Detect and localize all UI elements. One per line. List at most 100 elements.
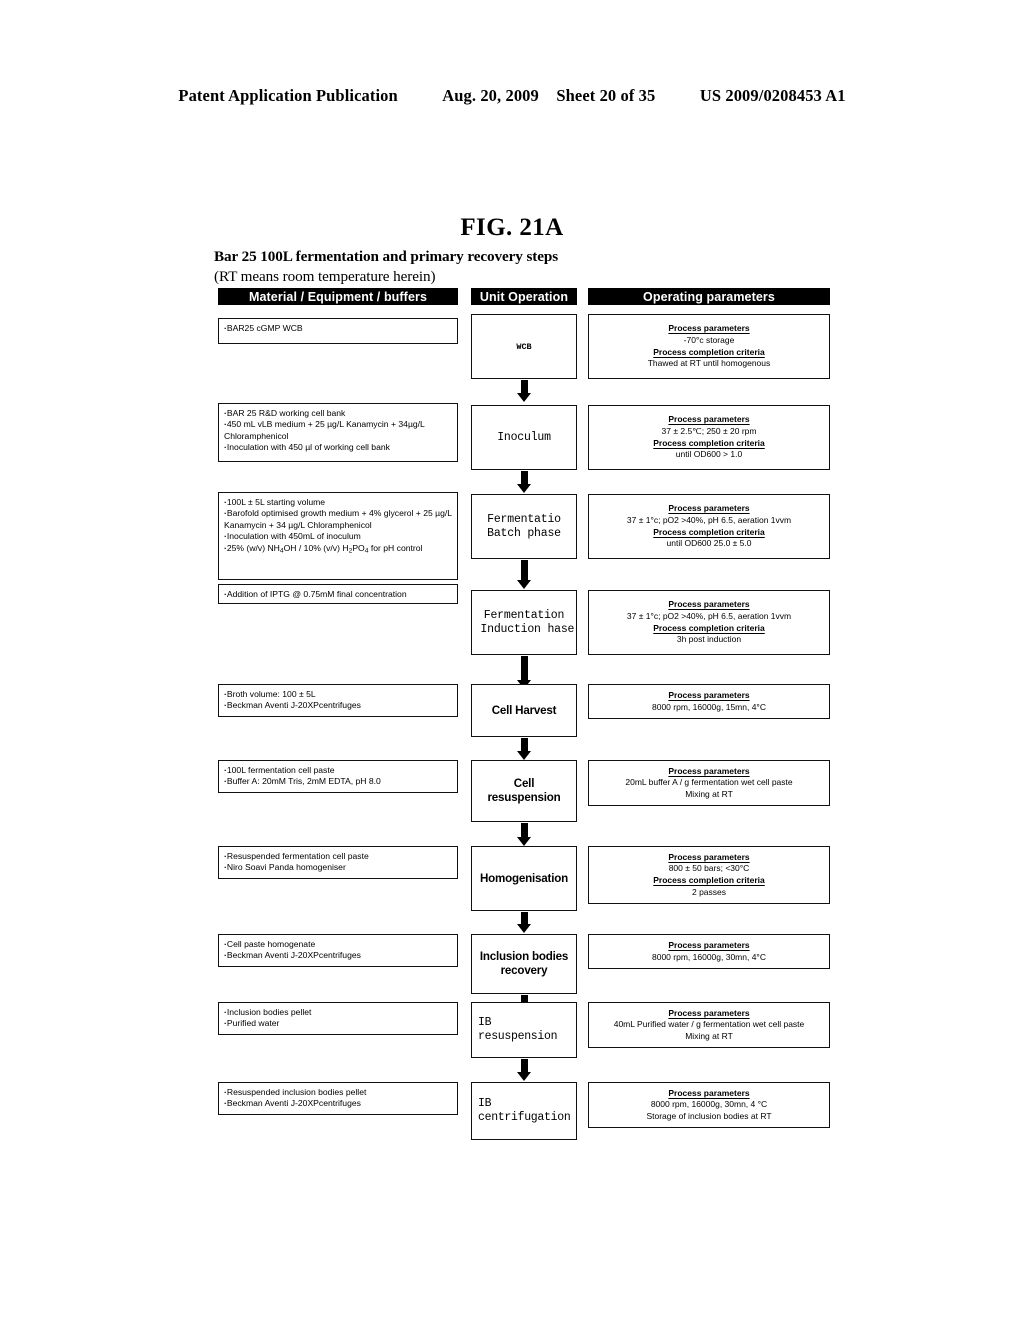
parameter-heading: Process completion criteria — [653, 622, 765, 633]
parameter-heading: Process parameters — [668, 323, 750, 334]
material-item: 450 mL vLB medium + 25 µg/L Kanamycin + … — [224, 419, 452, 442]
parameter-value: until OD600 25.0 ± 5.0 — [666, 538, 752, 549]
material-item: BAR25 cGMP WCB — [224, 323, 452, 334]
flow-arrow-down-icon — [517, 471, 531, 493]
unit-operation-box-fermentation-induction: Fermentation Induction hase — [471, 590, 577, 655]
material-box-fermentation-induction: Addition of IPTG @ 0.75mM final concentr… — [218, 584, 458, 604]
flow-arrow-down-icon — [517, 1059, 531, 1081]
sheet-number: Sheet 20 of 35 — [556, 86, 656, 105]
material-item: Inoculation with 450mL of inoculum — [224, 531, 452, 542]
parameter-value: 3h post induction — [676, 634, 742, 645]
parameter-heading: Process parameters — [668, 599, 750, 610]
parameter-value: 8000 rpm, 16000g, 15mn, 4°C — [652, 701, 766, 712]
material-item: Beckman Aventi J-20XPcentrifuges — [224, 950, 452, 961]
parameter-value: 20mL buffer A / g fermentation wet cell … — [625, 777, 793, 788]
parameter-heading: Process parameters — [668, 939, 750, 950]
material-item: Barofold optimised growth medium + 4% gl… — [224, 508, 452, 531]
unit-operation-box-cell-harvest: Cell Harvest — [471, 684, 577, 737]
unit-operation-box-cell-resuspension: Cell resuspension — [471, 760, 577, 822]
parameter-value: Thawed at RT until homogenous — [647, 358, 771, 369]
parameters-box-ib-resuspension: Process parameters 40mL Purified water / … — [588, 1002, 830, 1048]
parameter-heading: Process parameters — [668, 1087, 750, 1098]
material-box-inoculum: BAR 25 R&D working cell bank450 mL vLB m… — [218, 403, 458, 462]
figure-note: (RT means room temperature herein) — [214, 268, 436, 285]
unit-operation-box-ib-resuspension: IB resuspension — [471, 1002, 577, 1058]
material-item: Niro Soavi Panda homogeniser — [224, 862, 452, 873]
figure-subtitle: Bar 25 100L fermentation and primary rec… — [214, 248, 559, 265]
material-box-homogenisation: Resuspended fermentation cell pasteNiro … — [218, 846, 458, 879]
column-header-unit-operation: Unit Operation — [471, 288, 577, 305]
unit-operation-label: IB resuspension — [478, 1016, 558, 1043]
parameters-box-cell-harvest: Process parameters 8000 rpm, 16000g, 15mn… — [588, 684, 830, 719]
parameter-heading: Process completion criteria — [653, 526, 765, 537]
flow-arrow-down-icon — [517, 912, 531, 933]
parameter-value: Mixing at RT — [685, 788, 733, 799]
unit-operation-box-inclusion-bodies-recovery: Inclusion bodies recovery — [471, 934, 577, 994]
parameters-box-wcb: Process parameters -70°c storage Process c… — [588, 314, 830, 379]
parameter-heading: Process parameters — [668, 851, 750, 862]
material-box-ib-resuspension: Inclusion bodies pelletPurified water — [218, 1002, 458, 1035]
material-item: 25% (w/v) NH4OH / 10% (v/v) H2PO4 for pH… — [224, 543, 452, 557]
parameter-value: 2 passes — [691, 886, 727, 897]
material-box-inclusion-bodies-recovery: Cell paste homogenateBeckman Aventi J-20… — [218, 934, 458, 967]
material-item: Resuspended fermentation cell paste — [224, 851, 452, 862]
material-item: Inclusion bodies pellet — [224, 1007, 452, 1018]
material-item: Addition of IPTG @ 0.75mM final concentr… — [224, 589, 452, 600]
publication-date: Aug. 20, 2009 — [442, 86, 539, 105]
parameter-value: 40mL Purified water / g fermentation wet… — [613, 1019, 805, 1030]
parameters-box-inclusion-bodies-recovery: Process parameters 8000 rpm, 16000g, 30mn… — [588, 934, 830, 969]
parameter-value: until OD600 > 1.0 — [675, 449, 743, 460]
unit-operation-box-fermentation-batch: Fermentatio Batch phase — [471, 494, 577, 559]
unit-operation-label: IB centrifugation — [478, 1097, 571, 1124]
parameter-value: 37 ± 2.5℃; 250 ± 20 rpm — [661, 425, 757, 436]
parameters-box-homogenisation: Process parameters 800 ± 50 bars; <30°C Pr… — [588, 846, 830, 904]
flowchart: Material / Equipment / buffers Unit Oper… — [0, 288, 1024, 1158]
material-item: Broth volume: 100 ± 5L — [224, 689, 452, 700]
flow-arrow-down-icon — [517, 738, 531, 760]
unit-operation-label: Inclusion bodies recovery — [479, 950, 569, 977]
parameters-box-inoculum: Process parameters 37 ± 2.5℃; 250 ± 20 rp… — [588, 405, 830, 470]
parameters-box-fermentation-batch: Process parameters 37 ± 1°c; pO2 >40%, pH… — [588, 494, 830, 559]
material-box-ib-centrifugation: Resuspended inclusion bodies pelletBeckm… — [218, 1082, 458, 1115]
material-item: Inoculation with 450 µl of working cell … — [224, 442, 452, 453]
parameter-value: Storage of inclusion bodies at RT — [646, 1110, 772, 1121]
material-item: Beckman Aventi J-20XPcentrifuges — [224, 700, 452, 711]
parameter-value: 37 ± 1°c; pO2 >40%, pH 6.5, aeration 1vv… — [626, 514, 792, 525]
parameter-heading: Process parameters — [668, 503, 750, 514]
material-item: BAR 25 R&D working cell bank — [224, 408, 452, 419]
parameter-value: 8000 rpm, 16000g, 30mn, 4°C — [652, 951, 766, 962]
parameter-heading: Process completion criteria — [653, 437, 765, 448]
unit-operation-label: Fermentatio Batch phase — [487, 512, 561, 540]
column-header-operating-parameters: Operating parameters — [588, 288, 830, 305]
publication-label: Patent Application Publication — [178, 86, 398, 105]
material-box-fermentation-batch: 100L ± 5L starting volumeBarofold optimi… — [218, 492, 458, 580]
unit-operation-label: Fermentation Induction hase — [473, 608, 575, 636]
unit-operation-box-wcb: WCB — [471, 314, 577, 379]
material-box-cell-harvest: Broth volume: 100 ± 5LBeckman Aventi J-2… — [218, 684, 458, 717]
unit-operation-box-inoculum: Inoculum — [471, 405, 577, 470]
parameters-box-cell-resuspension: Process parameters 20mL buffer A / g ferm… — [588, 760, 830, 806]
parameter-heading: Process parameters — [668, 689, 750, 700]
material-item: 100L fermentation cell paste — [224, 765, 452, 776]
parameters-box-fermentation-induction: Process parameters 37 ± 1°c; pO2 >40%, pH… — [588, 590, 830, 655]
parameters-box-ib-centrifugation: Process parameters 8000 rpm, 16000g, 30mn… — [588, 1082, 830, 1128]
material-box-wcb: BAR25 cGMP WCB — [218, 318, 458, 344]
parameter-heading: Process parameters — [668, 1007, 750, 1018]
unit-operation-label: Cell resuspension — [487, 777, 561, 804]
parameter-value: -70°c storage — [683, 334, 735, 345]
unit-operation-box-ib-centrifugation: IB centrifugation — [471, 1082, 577, 1140]
material-item: Cell paste homogenate — [224, 939, 452, 950]
material-item: Buffer A: 20mM Tris, 2mM EDTA, pH 8.0 — [224, 776, 452, 787]
parameter-value: 800 ± 50 bars; <30°C — [668, 863, 750, 874]
parameter-heading: Process parameters — [668, 414, 750, 425]
flow-arrow-down-icon — [517, 823, 531, 846]
patent-header: Patent Application Publication Aug. 20, … — [0, 86, 1024, 106]
material-item: Purified water — [224, 1018, 452, 1029]
parameter-heading: Process completion criteria — [653, 346, 765, 357]
material-item: Resuspended inclusion bodies pellet — [224, 1087, 452, 1098]
parameter-heading: Process completion criteria — [653, 875, 765, 885]
unit-operation-label: WCB — [516, 341, 532, 352]
figure-label: FIG. 21A — [460, 214, 564, 241]
unit-operation-label: Cell Harvest — [491, 703, 557, 717]
material-item: Beckman Aventi J-20XPcentrifuges — [224, 1098, 452, 1109]
